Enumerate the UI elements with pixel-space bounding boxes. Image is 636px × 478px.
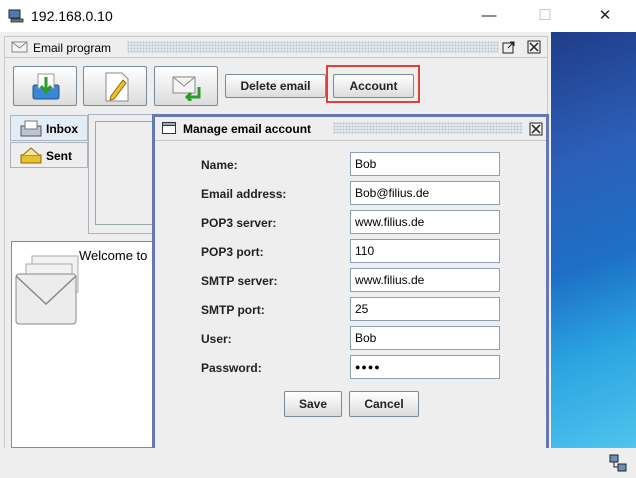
smtp-port-field[interactable]: 25 [350,297,500,321]
manage-account-dialog: Manage email account Name: Bob Email add… [152,114,549,454]
envelope-stack-icon [15,255,79,325]
inbox-tray-icon [20,120,42,137]
dialog-titlebar-grip [333,122,523,134]
account-button[interactable]: Account [333,74,414,98]
delete-email-button[interactable]: Delete email [225,74,326,98]
window-icon [162,122,176,134]
pop3-server-field[interactable]: www.filius.de [350,210,500,234]
user-label: User: [201,332,232,346]
pop3-port-field[interactable]: 110 [350,239,500,263]
email-program-title: Email program [33,41,112,55]
minimize-button[interactable]: — [466,0,512,32]
desktop-background [551,32,636,448]
tab-inbox-label: Inbox [46,122,78,136]
smtp-server-label: SMTP server: [201,274,278,288]
receive-email-button[interactable] [13,66,77,106]
pop3-port-label: POP3 port: [201,245,264,259]
password-label: Password: [201,361,262,375]
email-app-icon [11,41,28,53]
network-computer-icon [8,9,24,23]
write-pencil-icon [105,72,129,102]
dialog-title: Manage email account [183,122,312,136]
user-field[interactable]: Bob [350,326,500,350]
close-frame-icon[interactable] [527,40,541,54]
dialog-titlebar: Manage email account [155,117,546,141]
close-window-button[interactable]: ✕ [582,0,628,32]
tab-sent-label: Sent [46,149,73,163]
save-button[interactable]: Save [284,391,342,417]
pop3-server-label: POP3 server: [201,216,277,230]
email-list-table[interactable] [95,121,159,225]
email-address-field[interactable]: Bob@filius.de [350,181,500,205]
maximize-button[interactable]: ☐ [522,0,568,32]
network-status-icon[interactable] [609,454,627,472]
status-bar [0,448,636,478]
message-preview-pane[interactable]: Welcome to [11,241,156,448]
tab-strip-filler [10,169,88,231]
name-field[interactable]: Bob [350,152,500,176]
window-title: 192.168.0.10 [31,8,113,24]
tab-sent[interactable]: Sent [10,142,88,168]
maximize-frame-icon[interactable] [502,40,516,54]
titlebar-grip [127,41,499,53]
cancel-button[interactable]: Cancel [349,391,419,417]
compose-email-button[interactable] [83,66,147,106]
email-address-label: Email address: [201,187,287,201]
email-list-container [88,114,159,234]
email-program-titlebar: Email program [4,36,548,58]
name-label: Name: [201,158,238,172]
reply-mail-icon [172,76,201,101]
close-dialog-icon[interactable] [529,122,543,136]
smtp-server-field[interactable]: www.filius.de [350,268,500,292]
welcome-text: Welcome to [79,248,148,263]
smtp-port-label: SMTP port: [201,303,265,317]
sent-tray-icon [20,147,42,164]
window-titlebar: 192.168.0.10 — ☐ ✕ [0,0,636,32]
download-mail-icon [32,73,60,100]
password-field[interactable]: ●●●● [350,355,500,379]
reply-email-button[interactable] [154,66,218,106]
tab-inbox[interactable]: Inbox [10,115,88,141]
